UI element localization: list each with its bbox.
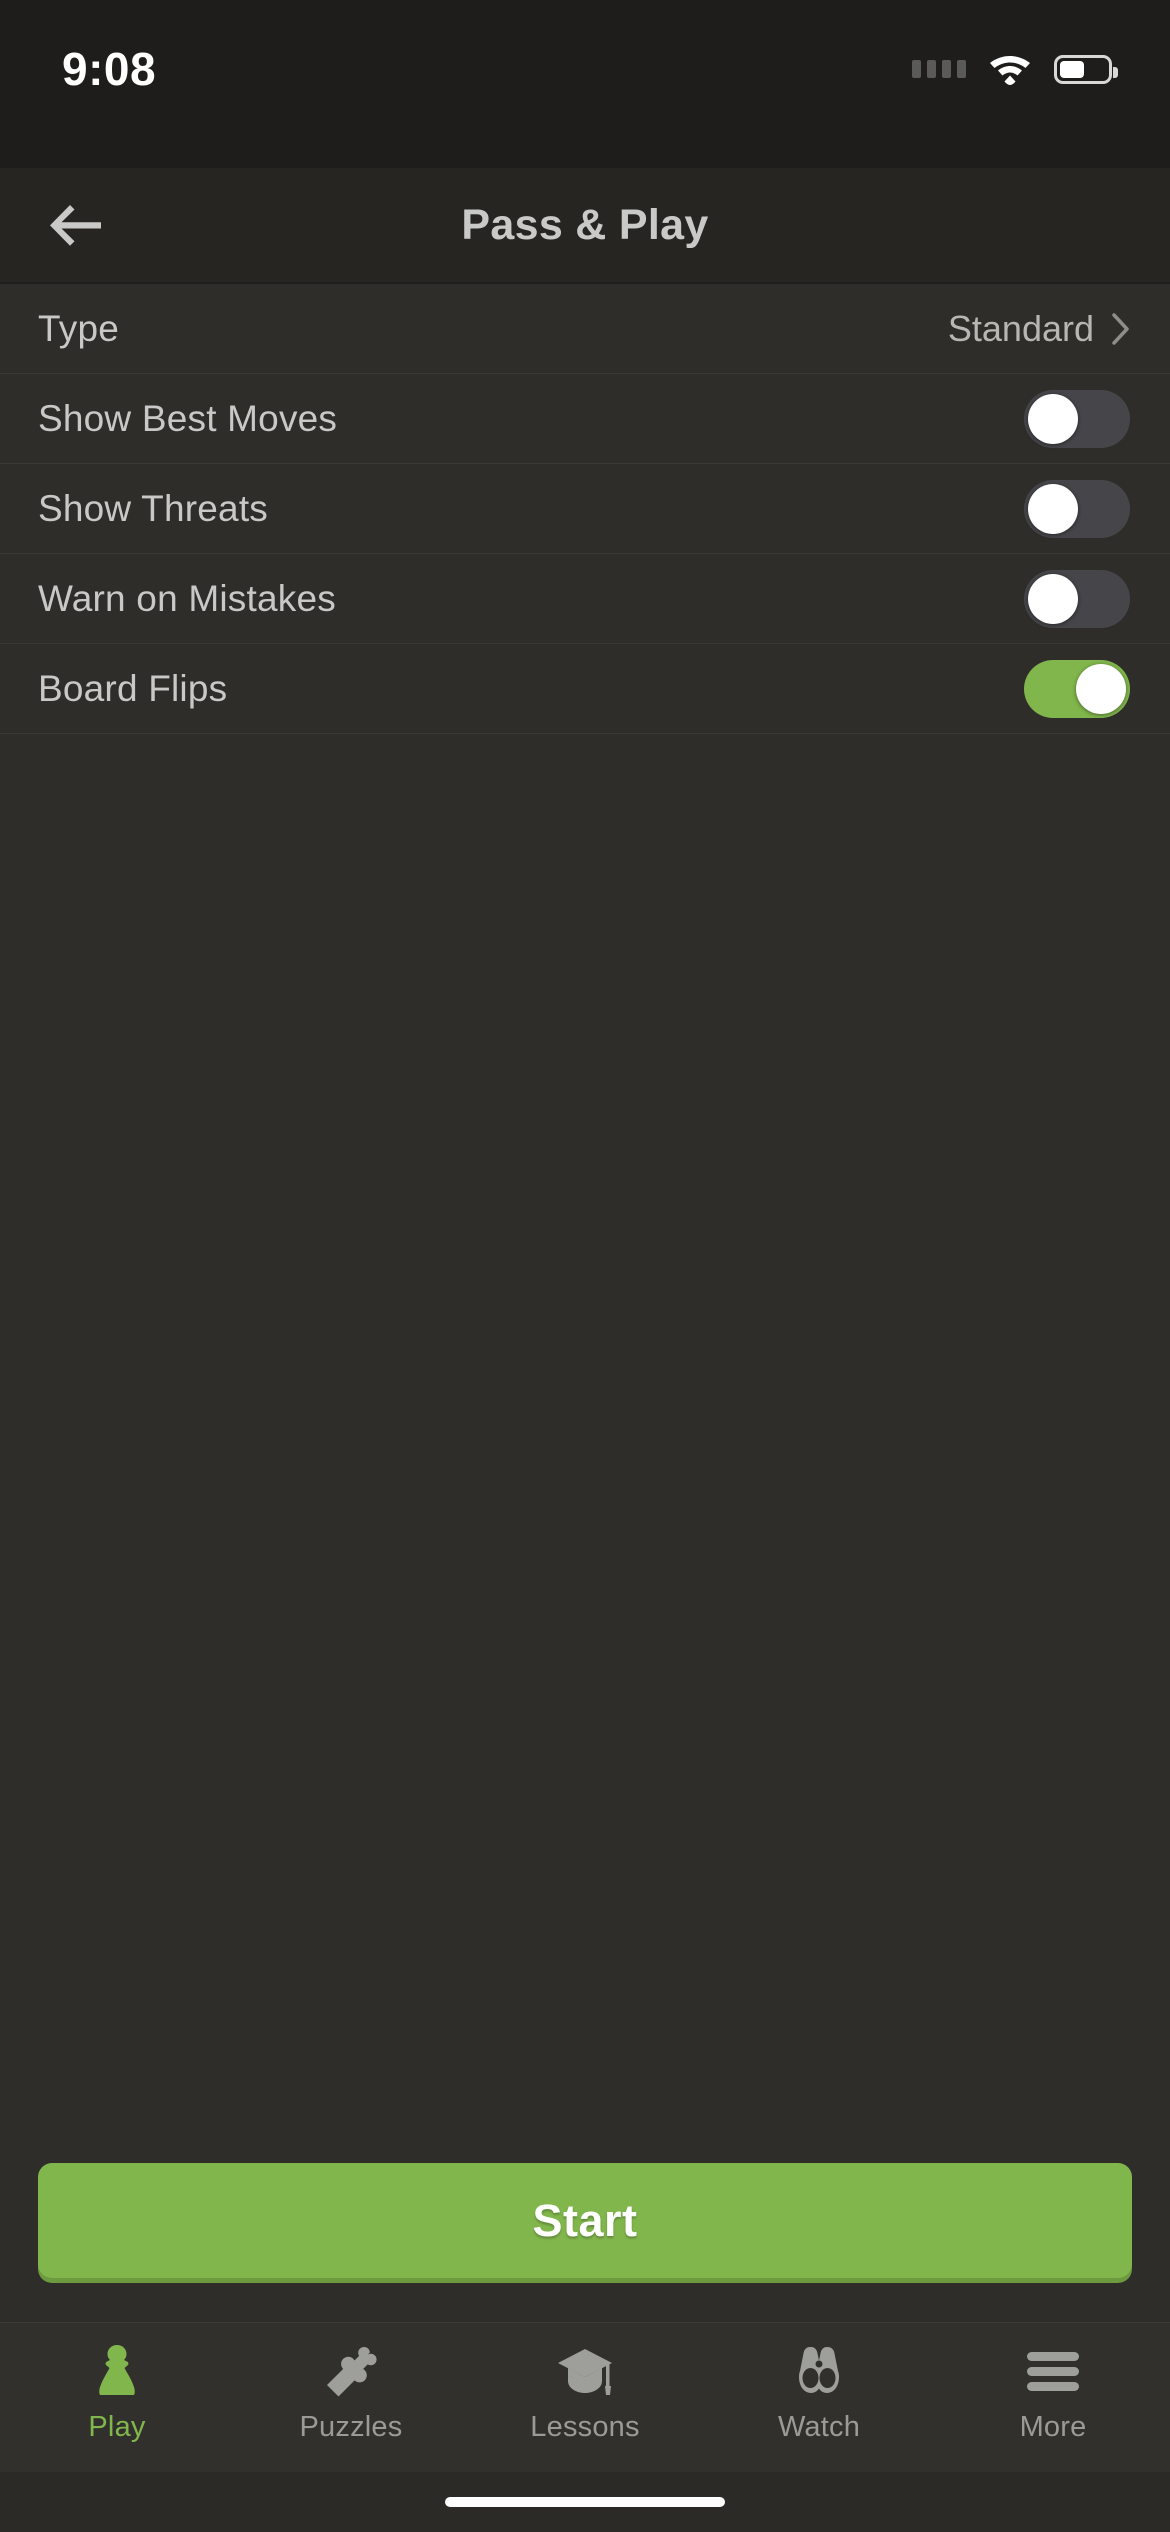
page-title: Pass & Play [461,200,709,249]
settings-row-warn-on-mistakes[interactable]: Warn on Mistakes [0,554,1170,644]
chevron-right-icon [1112,312,1130,345]
signal-dots-icon [912,60,966,78]
home-indicator[interactable] [445,2497,725,2507]
row-label-type: Type [38,307,120,349]
row-value-type: Standard [947,307,1094,349]
settings-row-show-threats[interactable]: Show Threats [0,464,1170,554]
tab-play[interactable]: Play [0,2343,234,2444]
back-arrow-icon [50,205,101,246]
navigation-bar: Pass & Play [0,168,1170,284]
tab-lessons[interactable]: Lessons [468,2343,702,2444]
puzzle-piece-icon [323,2343,379,2399]
app-screen: 9:08 Pass & Play Type Standard Show Best… [0,0,1170,2532]
toggle-knob [1028,393,1078,444]
tab-label-play: Play [88,2411,146,2443]
start-button-label: Start [532,2194,638,2246]
toggle-board-flips[interactable] [1024,659,1130,718]
row-label-board-flips: Board Flips [38,667,228,709]
binoculars-icon [788,2343,850,2399]
tab-label-watch: Watch [777,2411,861,2443]
tab-bar: Play Puzzles Lessons Watch More [0,2322,1170,2472]
hamburger-menu-icon [1025,2343,1081,2399]
start-button[interactable]: Start [38,2163,1132,2278]
wifi-icon [988,52,1032,86]
toggle-warn-on-mistakes[interactable] [1024,569,1130,628]
toggle-show-best-moves[interactable] [1024,389,1130,448]
tab-label-puzzles: Puzzles [299,2411,403,2443]
row-value-group: Standard [948,308,1130,350]
row-label-warn-on-mistakes: Warn on Mistakes [38,577,336,619]
tab-more[interactable]: More [936,2343,1170,2444]
settings-row-board-flips[interactable]: Board Flips [0,644,1170,734]
toggle-knob [1076,663,1126,714]
toggle-show-threats[interactable] [1024,479,1130,538]
row-label-show-threats: Show Threats [38,487,269,529]
settings-row-show-best-moves[interactable]: Show Best Moves [0,374,1170,464]
tab-puzzles[interactable]: Puzzles [234,2343,468,2444]
settings-list: Type Standard Show Best Moves Show Threa… [0,284,1170,734]
home-indicator-area [0,2472,1170,2532]
battery-icon [1054,54,1118,84]
tab-label-lessons: Lessons [530,2411,640,2443]
toggle-knob [1028,483,1078,534]
action-area: Start [0,2163,1170,2322]
row-label-show-best-moves: Show Best Moves [38,397,338,439]
status-bar-indicators [912,46,1118,86]
status-bar: 9:08 [0,0,1170,168]
back-button[interactable] [34,183,118,267]
settings-row-type[interactable]: Type Standard [0,284,1170,374]
status-bar-clock: 9:08 [62,43,157,95]
tab-watch[interactable]: Watch [702,2343,936,2444]
toggle-knob [1028,573,1078,624]
tab-label-more: More [1019,2411,1087,2443]
graduation-cap-icon [556,2343,614,2399]
chess-pawn-icon [94,2343,140,2399]
content-spacer [0,734,1170,2163]
